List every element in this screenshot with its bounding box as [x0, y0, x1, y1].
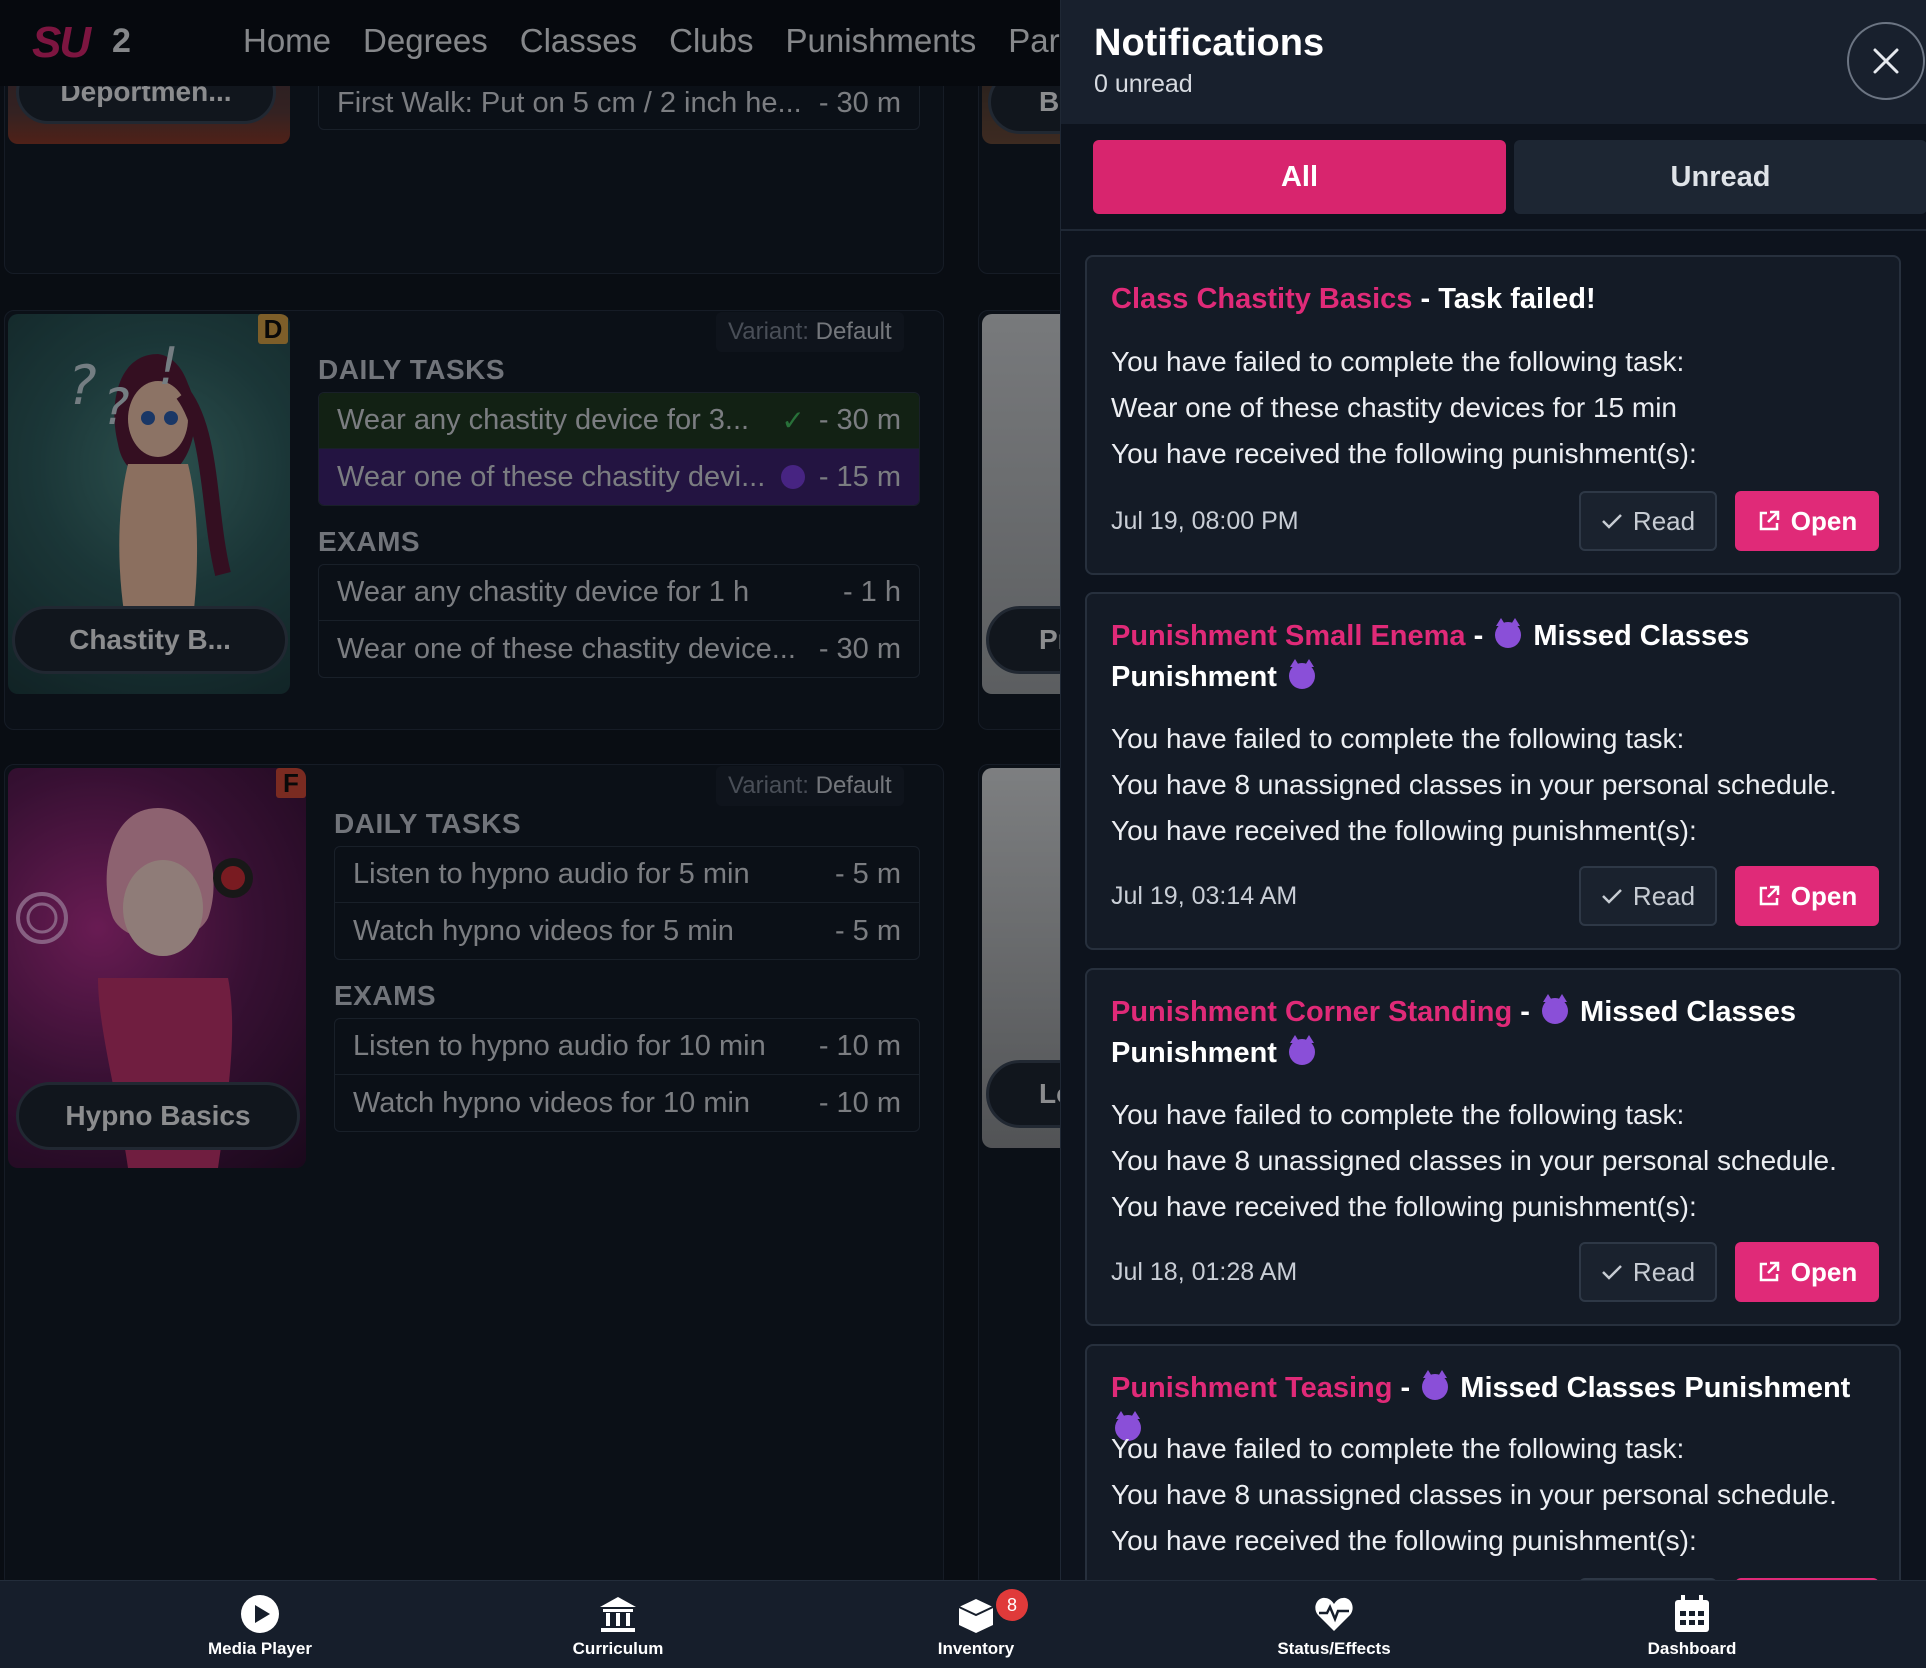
- open-button[interactable]: Open: [1735, 866, 1879, 926]
- task-row[interactable]: Wear any chastity device for 1 h - 1 h: [319, 565, 919, 621]
- daily-tasks-heading: DAILY TASKS: [334, 808, 522, 839]
- task-row[interactable]: Wear any chastity device for 3... ✓ - 30…: [319, 393, 919, 449]
- svg-text:?: ?: [68, 354, 97, 417]
- bank-icon: [600, 1597, 636, 1632]
- mark-read-button[interactable]: Read: [1579, 866, 1717, 926]
- devil-emoji-icon: [1541, 994, 1568, 1024]
- box-icon: [958, 1599, 994, 1633]
- svg-text:!: !: [158, 337, 179, 397]
- devil-emoji-icon: [1289, 659, 1316, 689]
- devil-emoji-icon: [1289, 1035, 1316, 1065]
- mark-read-button[interactable]: Read: [1579, 491, 1717, 551]
- nav-clubs[interactable]: Clubs: [669, 22, 753, 60]
- logo-number: 2: [112, 22, 131, 60]
- chastity-daily-tasks: Wear any chastity device for 3... ✓ - 30…: [318, 392, 920, 506]
- nav-degrees[interactable]: Degrees: [363, 22, 488, 60]
- notification-tabs: All Unread: [1093, 140, 1926, 214]
- devil-emoji-icon: [1495, 618, 1522, 648]
- chastity-exams: Wear any chastity device for 1 h - 1 h W…: [318, 564, 920, 678]
- bottom-item-status-effects[interactable]: Status/Effects: [1234, 1593, 1434, 1659]
- notification-card[interactable]: Punishment Corner Standing - Missed Clas…: [1085, 968, 1901, 1326]
- check-icon: ✓: [781, 405, 805, 436]
- tab-all[interactable]: All: [1093, 140, 1506, 214]
- open-button[interactable]: Open: [1735, 1242, 1879, 1302]
- nav-punishments[interactable]: Punishments: [786, 22, 977, 60]
- nav-links: Home Degrees Classes Clubs Punishments P…: [243, 22, 1060, 60]
- task-row[interactable]: Watch hypno videos for 5 min - 5 m: [335, 903, 919, 959]
- bottom-item-curriculum[interactable]: Curriculum: [518, 1593, 718, 1659]
- task-row[interactable]: Wear one of these chastity device... - 3…: [319, 621, 919, 677]
- inventory-badge: 8: [996, 1589, 1028, 1621]
- notification-time: Jul 19, 03:14 AM: [1111, 882, 1298, 910]
- external-link-icon: [1759, 510, 1780, 531]
- calendar-icon: [1675, 1595, 1709, 1632]
- tab-unread[interactable]: Unread: [1514, 140, 1926, 214]
- variant-tag: Variant: Default: [716, 312, 904, 352]
- notification-title: Class Chastity Basics - Task failed!: [1111, 283, 1596, 315]
- app-logo[interactable]: SU: [32, 18, 91, 68]
- nav-home[interactable]: Home: [243, 22, 331, 60]
- bottom-item-inventory[interactable]: 8 Inventory: [876, 1589, 1076, 1659]
- devil-emoji-icon: [1422, 1370, 1449, 1400]
- hypno-daily-tasks: Listen to hypno audio for 5 min - 5 m Wa…: [334, 846, 920, 960]
- chastity-label: Chastity B...: [12, 606, 288, 674]
- notification-title: Punishment Small Enema - Missed Classes …: [1111, 618, 1750, 693]
- mark-read-button[interactable]: Read: [1579, 1242, 1717, 1302]
- open-button[interactable]: Open: [1735, 491, 1879, 551]
- notification-card[interactable]: Punishment Teasing - Missed Classes Puni…: [1085, 1344, 1901, 1580]
- grade-badge: D: [258, 314, 288, 344]
- hypno-exams: Listen to hypno audio for 10 min - 10 m …: [334, 1018, 920, 1132]
- bottom-item-dashboard[interactable]: Dashboard: [1592, 1593, 1792, 1659]
- notification-time: Jul 19, 08:00 PM: [1111, 507, 1299, 535]
- nav-classes[interactable]: Classes: [520, 22, 637, 60]
- task-row[interactable]: Wear one of these chastity devi... - 15 …: [319, 449, 919, 505]
- task-row[interactable]: Listen to hypno audio for 10 min - 10 m: [335, 1019, 919, 1075]
- task-row[interactable]: Watch hypno videos for 10 min - 10 m: [335, 1075, 919, 1131]
- notification-title: Punishment Corner Standing - Missed Clas…: [1111, 994, 1797, 1069]
- hypno-label: Hypno Basics: [16, 1082, 300, 1150]
- notification-body: You have failed to complete the followin…: [1111, 723, 1837, 846]
- nav-party[interactable]: Par: [1008, 22, 1059, 60]
- notification-card[interactable]: Punishment Small Enema - Missed Classes …: [1085, 592, 1901, 950]
- variant-tag: Variant: Default: [716, 766, 904, 806]
- grade-badge: F: [276, 768, 306, 798]
- divider: [1061, 229, 1926, 231]
- notification-card[interactable]: Class Chastity Basics - Task failed! You…: [1085, 255, 1901, 575]
- svg-text:?: ?: [103, 378, 130, 436]
- close-button[interactable]: [1847, 22, 1925, 100]
- external-link-icon: [1759, 1261, 1780, 1282]
- hypno-thumbnail[interactable]: F Hypno Basics: [8, 768, 306, 1168]
- notification-time: Jul 18, 01:28 AM: [1111, 1258, 1298, 1286]
- heart-pulse-icon: [1315, 1597, 1353, 1631]
- external-link-icon: [1759, 885, 1780, 906]
- unread-count: 0 unread: [1094, 70, 1193, 98]
- drawer-header: Notifications 0 unread: [1061, 0, 1926, 124]
- check-icon: [1602, 514, 1622, 529]
- daily-tasks-heading: DAILY TASKS: [318, 354, 506, 385]
- check-icon: [1602, 1265, 1622, 1280]
- exams-heading: EXAMS: [334, 980, 437, 1011]
- bottom-navigation: Media Player Curriculum 8 Inventory Stat…: [0, 1580, 1926, 1668]
- in-progress-dot-icon: [780, 465, 805, 489]
- chastity-thumbnail[interactable]: ? ? ! D Chastity B...: [8, 314, 290, 694]
- task-row[interactable]: Listen to hypno audio for 5 min - 5 m: [335, 847, 919, 903]
- notification-body: You have failed to complete the followin…: [1111, 1099, 1837, 1222]
- bottom-item-media-player[interactable]: Media Player: [160, 1593, 360, 1659]
- check-icon: [1602, 889, 1622, 904]
- notifications-drawer: Notifications 0 unread All Unread Class …: [1060, 0, 1926, 1580]
- play-icon: [241, 1595, 279, 1633]
- drawer-title: Notifications: [1094, 22, 1325, 64]
- notification-body: You have failed to complete the followin…: [1111, 346, 1697, 469]
- exams-heading: EXAMS: [318, 526, 421, 557]
- close-icon: [1873, 48, 1899, 74]
- notification-body: You have failed to complete the followin…: [1111, 1433, 1837, 1556]
